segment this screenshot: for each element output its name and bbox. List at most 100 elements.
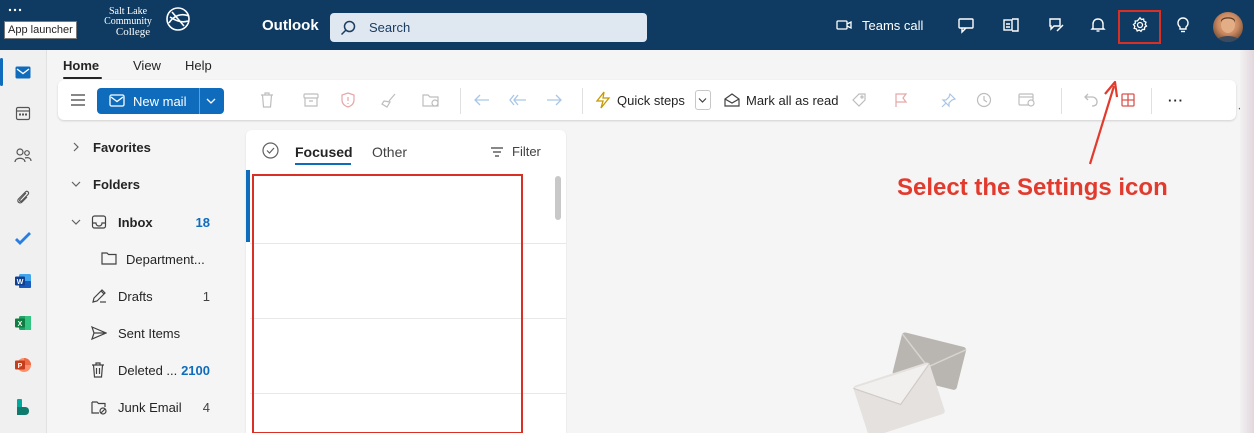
rail-people-icon[interactable]: [10, 142, 36, 168]
folder-deleted[interactable]: Deleted ... 2100: [47, 355, 232, 385]
svg-text:X: X: [18, 321, 23, 328]
top-bar: App launcher Salt Lake Community College…: [0, 0, 1254, 50]
rail-mail-icon[interactable]: [10, 59, 36, 85]
folder-junk-email[interactable]: Junk Email 4: [47, 392, 232, 422]
tab-view[interactable]: View: [133, 58, 161, 73]
tab-focused[interactable]: Focused: [295, 144, 353, 160]
inbox-unread-count: 18: [195, 215, 210, 230]
deleted-label: Deleted ...: [118, 363, 178, 378]
feedback-icon[interactable]: [1047, 16, 1065, 34]
empty-mail-illustration: [845, 328, 975, 433]
department-label: Department...: [126, 252, 205, 267]
annotation-arrow: [1080, 80, 1120, 166]
junk-email-count: 4: [202, 400, 210, 415]
rules-icon[interactable]: [1018, 80, 1036, 120]
tips-lightbulb-icon[interactable]: [1174, 16, 1192, 34]
move-to-icon[interactable]: [422, 80, 440, 120]
folder-inbox[interactable]: Inbox 18: [47, 207, 232, 237]
settings-highlight-box: [1118, 10, 1161, 44]
folder-department[interactable]: Department...: [47, 244, 232, 274]
open-envelope-icon: [724, 93, 740, 107]
app-launcher-icon[interactable]: [8, 8, 22, 18]
trash-icon: [91, 362, 107, 378]
forward-icon[interactable]: [546, 80, 562, 120]
rail-todo-icon[interactable]: [10, 226, 36, 252]
reply-icon[interactable]: [474, 80, 490, 120]
new-mail-button[interactable]: New mail: [97, 88, 224, 114]
rail-excel-icon[interactable]: X: [10, 310, 36, 336]
quick-steps-button[interactable]: Quick steps: [595, 80, 711, 120]
ribbon-toolbar: New mail Quick steps Mark all as read ··…: [58, 80, 1236, 120]
sent-arrow-icon: [91, 325, 107, 341]
filter-icon: [490, 146, 504, 157]
message-list-header: Focused Other Filter: [246, 130, 566, 170]
mark-all-read-button[interactable]: Mark all as read: [724, 80, 838, 120]
folder-sent-items[interactable]: Sent Items: [47, 318, 232, 348]
app-rail: W X P: [0, 50, 47, 433]
tab-help[interactable]: Help: [185, 58, 212, 73]
inbox-label: Inbox: [118, 215, 153, 230]
drafts-pencil-icon: [91, 288, 107, 304]
notifications-bell-icon[interactable]: [1089, 16, 1107, 34]
logo-line-3: College: [115, 26, 151, 38]
filter-button[interactable]: Filter: [490, 144, 541, 159]
select-all-checkbox-icon[interactable]: [262, 142, 279, 159]
favorites-row[interactable]: Favorites: [47, 132, 232, 162]
tab-other[interactable]: Other: [372, 144, 407, 160]
inbox-icon: [91, 214, 107, 230]
chat-icon[interactable]: [957, 16, 975, 34]
video-camera-icon: [836, 18, 852, 32]
quick-steps-dropdown-icon[interactable]: [694, 90, 711, 110]
rail-calendar-icon[interactable]: [10, 100, 36, 126]
more-options-label: ···: [1168, 92, 1184, 108]
chevron-down-icon: [71, 179, 81, 189]
search-box[interactable]: Search: [330, 13, 647, 42]
logo-seal-icon: [162, 5, 194, 33]
selected-message-indicator: [246, 170, 250, 242]
chevron-right-icon: [71, 142, 81, 152]
rail-word-icon[interactable]: W: [10, 268, 36, 294]
sweep-icon[interactable]: [381, 80, 397, 120]
folders-row[interactable]: Folders: [47, 169, 232, 199]
app-name[interactable]: Outlook: [262, 17, 319, 34]
svg-text:W: W: [17, 279, 24, 286]
teams-call-button[interactable]: Teams call: [836, 15, 923, 35]
search-input[interactable]: Search: [369, 20, 410, 35]
drafts-count: 1: [202, 289, 210, 304]
snooze-clock-icon[interactable]: [976, 80, 992, 120]
rail-powerpoint-icon[interactable]: P: [10, 352, 36, 378]
lightning-icon: [595, 91, 611, 109]
pin-icon[interactable]: [941, 80, 957, 120]
new-mail-dropdown-icon[interactable]: [206, 97, 216, 105]
apps-addin-icon[interactable]: [1120, 80, 1136, 120]
chevron-down-icon: [71, 217, 81, 227]
sent-items-label: Sent Items: [118, 326, 181, 341]
hamburger-menu-icon[interactable]: [70, 80, 86, 120]
redacted-message-area-highlight: [252, 174, 523, 433]
report-icon[interactable]: [340, 80, 356, 120]
user-avatar[interactable]: [1213, 12, 1243, 42]
delete-icon[interactable]: [260, 80, 274, 120]
archive-icon[interactable]: [303, 80, 319, 120]
office-apps-icon[interactable]: [1002, 16, 1020, 34]
window-edge: [1240, 50, 1254, 433]
more-options-button[interactable]: ···: [1168, 80, 1184, 120]
junk-folder-icon: [91, 399, 107, 415]
drafts-label: Drafts: [118, 289, 153, 304]
annotation-text: Select the Settings icon: [897, 174, 1168, 201]
tag-icon[interactable]: [851, 80, 867, 120]
reply-all-icon[interactable]: [509, 80, 527, 120]
message-list-scrollbar[interactable]: [555, 176, 561, 220]
flag-icon[interactable]: [894, 80, 908, 120]
new-mail-icon: [109, 94, 125, 107]
teams-call-label: Teams call: [862, 17, 924, 33]
rail-attach-icon[interactable]: [10, 184, 36, 210]
active-tab-underline: [63, 77, 102, 79]
folder-drafts[interactable]: Drafts 1: [47, 281, 232, 311]
new-mail-label: New mail: [133, 94, 187, 109]
college-logo: Salt Lake Community College: [98, 3, 208, 45]
svg-text:P: P: [18, 363, 23, 370]
tab-home[interactable]: Home: [63, 58, 99, 73]
deleted-count: 2100: [181, 363, 210, 378]
rail-bookings-icon[interactable]: [10, 394, 36, 420]
